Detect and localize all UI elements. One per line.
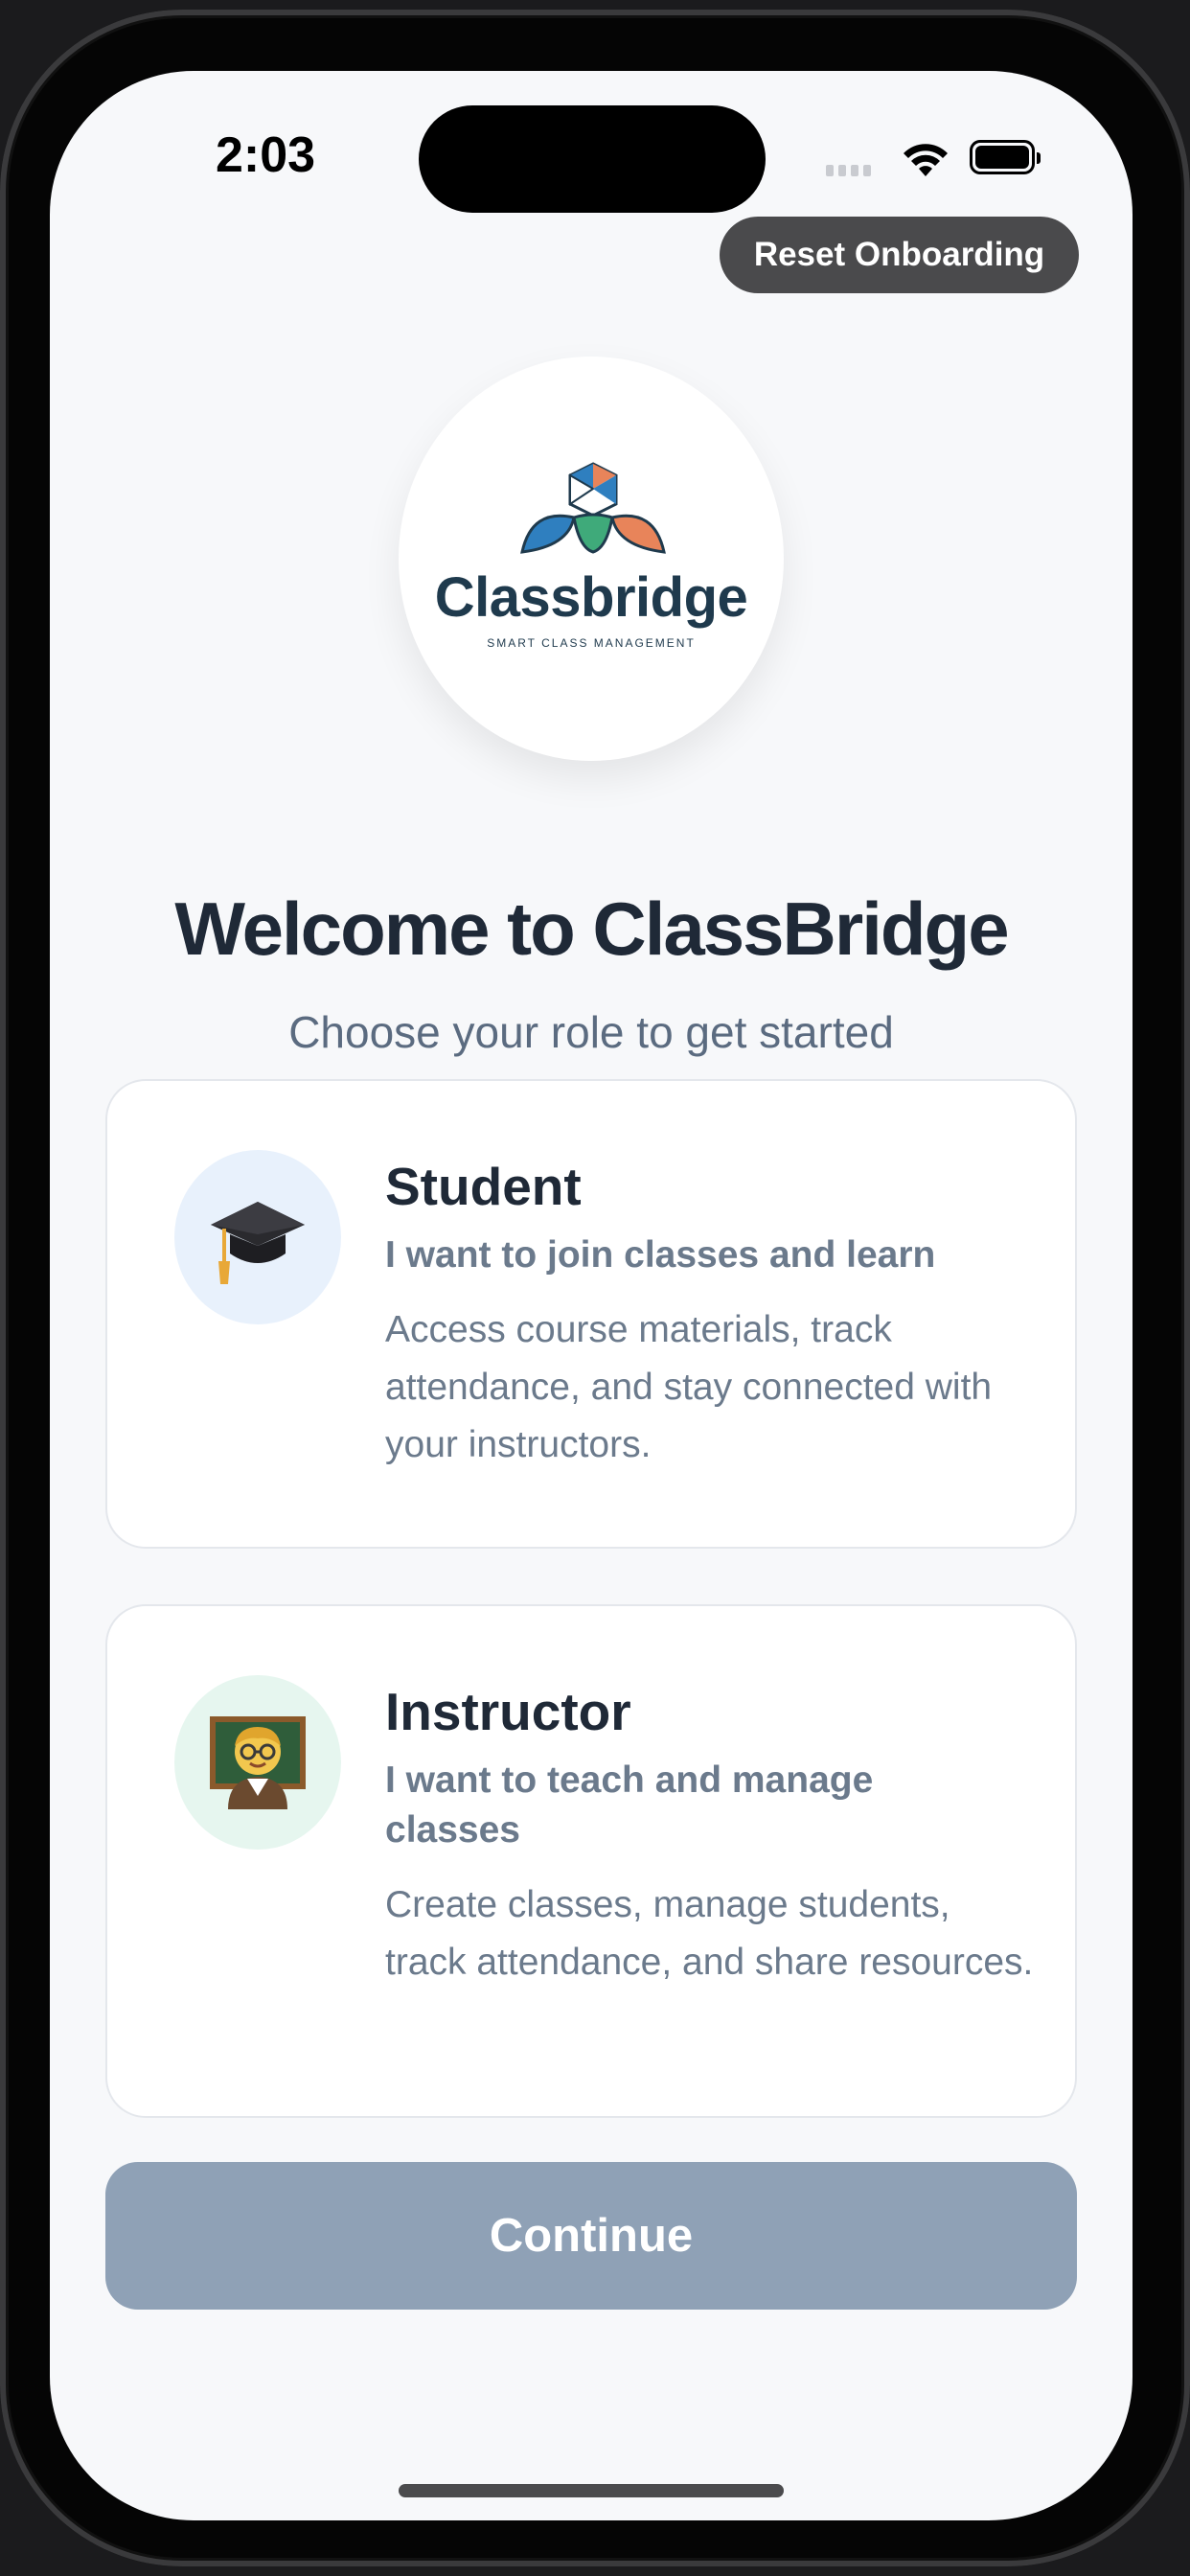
app-screen: 2:03 Reset Onboarding Classbridge SMART … [50,71,1133,2520]
reset-onboarding-button[interactable]: Reset Onboarding [720,217,1079,293]
instructor-avatar [174,1675,341,1850]
role-card-student[interactable]: Student I want to join classes and learn… [105,1079,1077,1549]
status-time: 2:03 [215,127,316,183]
logo-wordmark: Classbridge [434,566,748,629]
dynamic-island [419,105,766,213]
instructor-title: Instructor [385,1682,631,1741]
instructor-description: Create classes, manage students, track a… [385,1884,1034,1983]
instructor-lead: I want to teach and manage classes [385,1760,874,1851]
page-subtitle: Choose your role to get started [288,1007,894,1057]
classbridge-logo-mark-icon [520,462,666,554]
app-logo: Classbridge SMART CLASS MANAGEMENT [399,356,784,761]
wifi-icon [904,144,948,176]
student-lead: I want to join classes and learn [385,1234,936,1276]
graduation-cap-icon [211,1202,305,1284]
student-avatar [174,1150,341,1324]
logo-tagline: SMART CLASS MANAGEMENT [487,636,696,650]
page-title: Welcome to ClassBridge [174,886,1009,971]
role-card-instructor[interactable]: Instructor I want to teach and manage cl… [105,1604,1077,2118]
cellular-signal-icon [826,164,881,177]
student-description: Access course materials, track attendanc… [385,1309,993,1465]
battery-icon [970,140,1041,174]
continue-button[interactable]: Continue [105,2162,1077,2310]
teacher-icon [210,1716,306,1809]
student-title: Student [385,1157,582,1216]
home-indicator[interactable] [399,2484,784,2497]
device-frame: 2:03 Reset Onboarding Classbridge SMART … [0,10,1190,2566]
